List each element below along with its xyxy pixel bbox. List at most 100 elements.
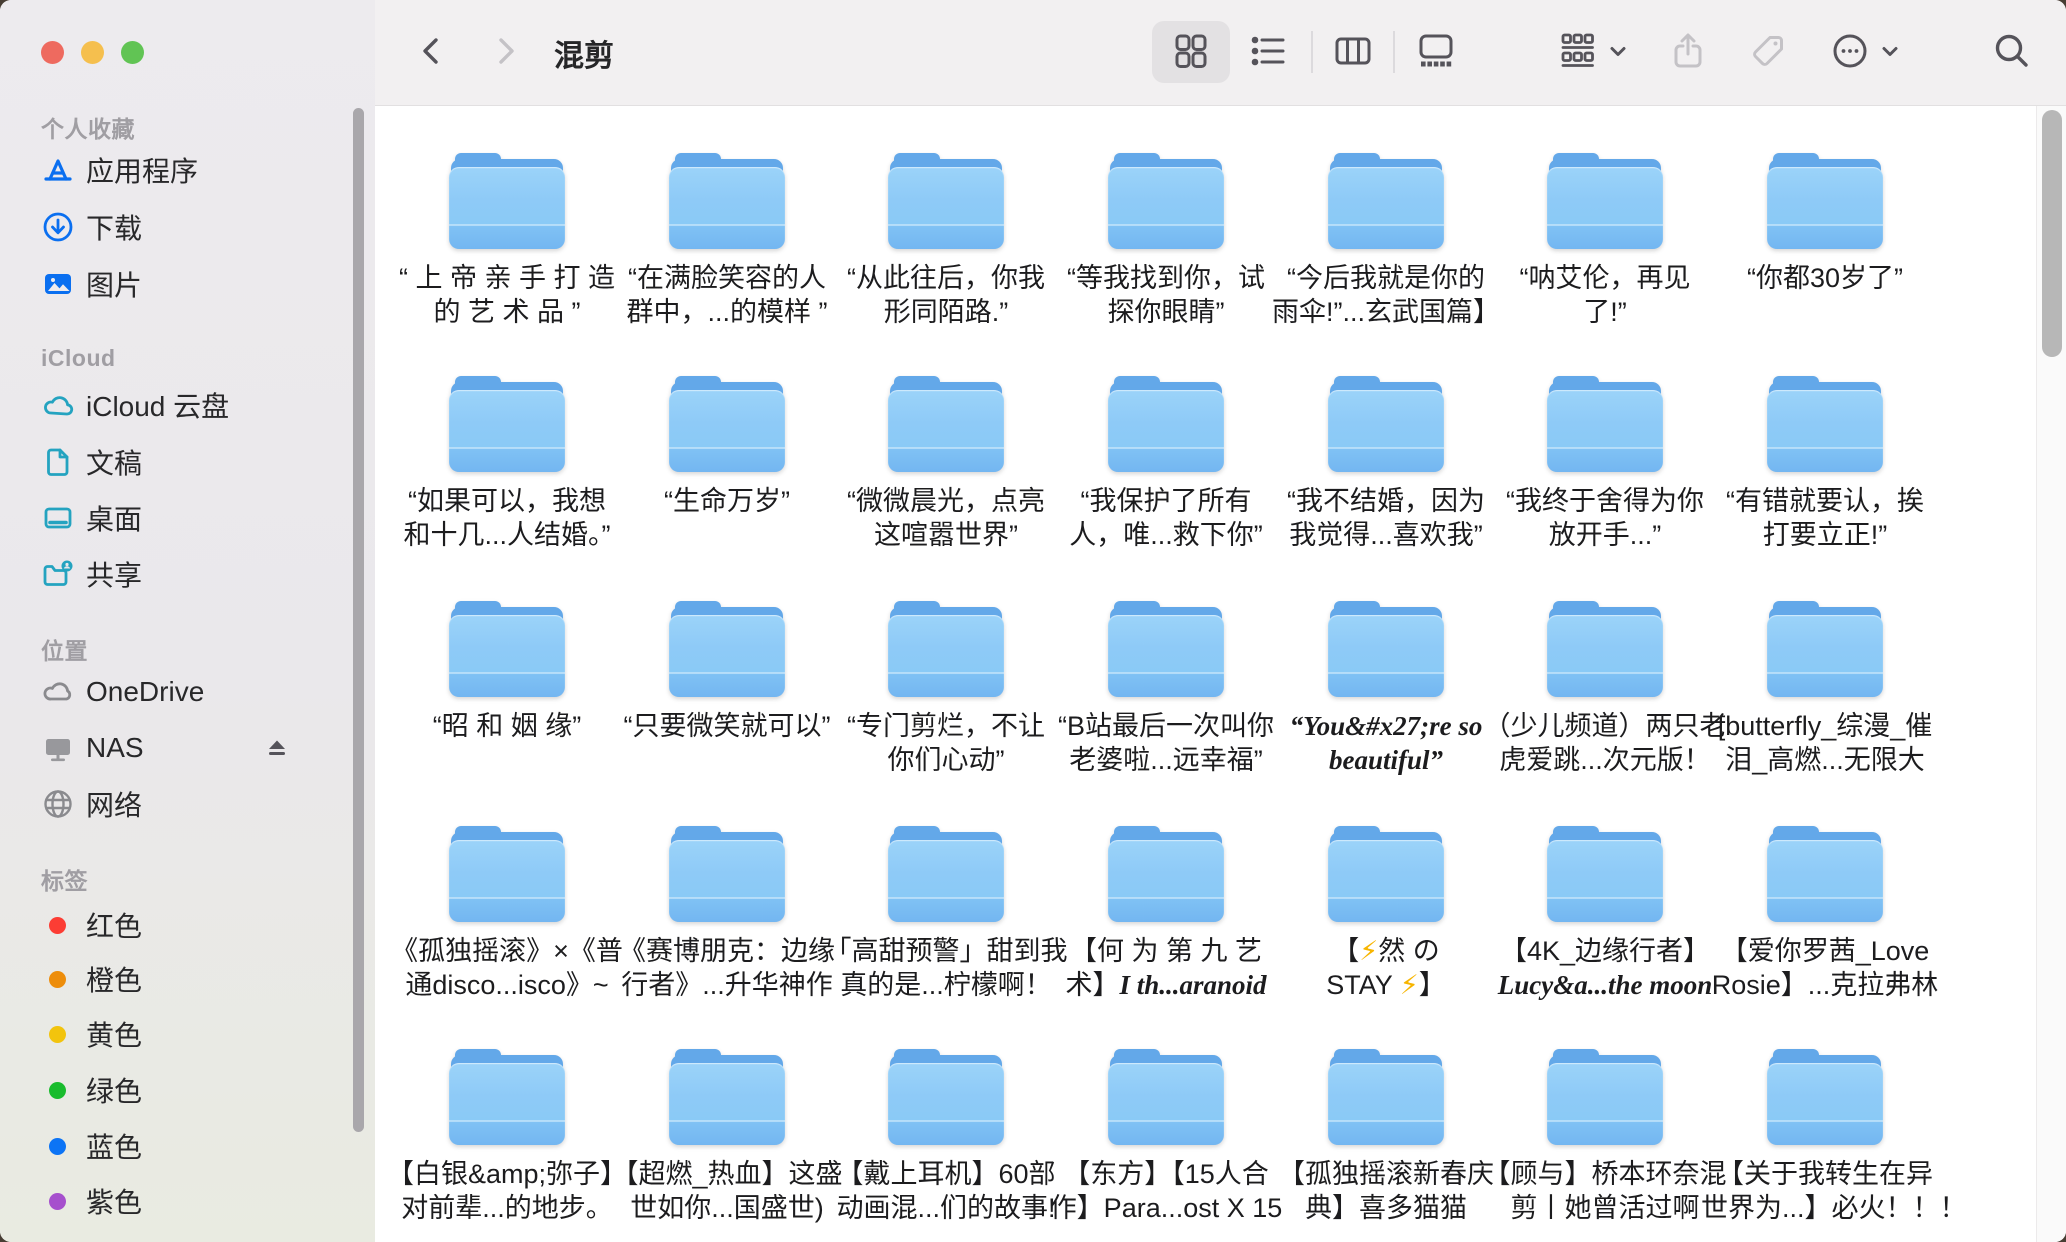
folder-item[interactable]: （少儿频道）两只老虎爱跳...次元版！ xyxy=(1495,601,1715,823)
folder-item[interactable]: 【戴上耳机】60部动画混...们的故事! xyxy=(836,1049,1056,1242)
folder-item[interactable]: “生命万岁” xyxy=(617,376,837,598)
forward-button[interactable] xyxy=(483,29,527,73)
folder-icon xyxy=(449,153,565,249)
folder-icon xyxy=(1328,826,1444,922)
toolbar-divider xyxy=(1393,31,1395,73)
sidebar-item-tag-blue[interactable]: 蓝色 xyxy=(0,1118,356,1174)
folder-item[interactable]: [butterfly_综漫_催泪_高燃...无限大 xyxy=(1715,601,1935,823)
folder-item[interactable]: “等我找到你，试探你眼睛” xyxy=(1056,153,1276,375)
folder-label: 【⚡然 のSTAY ⚡】 xyxy=(1262,934,1510,1002)
folder-item[interactable]: 「高甜预警」甜到我真的是...柠檬啊！ xyxy=(836,826,1056,1048)
folder-item[interactable]: 【4K_边缘行者】Lucy&a...the moon xyxy=(1495,826,1715,1048)
folder-label: 【戴上耳机】60部动画混...们的故事! xyxy=(822,1157,1070,1225)
eject-icon[interactable] xyxy=(264,735,290,761)
chevron-down-icon[interactable] xyxy=(1877,38,1903,64)
folder-item[interactable]: “You&#x27;re sobeautiful” xyxy=(1276,601,1496,823)
folder-item[interactable]: 【关于我转生在异世界为...】必火！！！ xyxy=(1715,1049,1935,1242)
sidebar-item-downloads[interactable]: 下载 xyxy=(0,199,356,255)
folder-item[interactable]: 《孤独摇滚》×《普通disco...isco》~ xyxy=(397,826,617,1048)
sidebar-item-label: 网络 xyxy=(86,784,142,824)
folder-item[interactable]: 【爱你罗茜_LoveRosie】...克拉弗林 xyxy=(1715,826,1935,1048)
gallery-view-button[interactable] xyxy=(1414,29,1458,73)
folder-item[interactable]: “在满脸笑容的人群中，...的模样 ” xyxy=(617,153,837,375)
list-view-button[interactable] xyxy=(1246,29,1290,73)
folder-item[interactable]: 【孤独摇滚新春庆典】喜多猫猫 xyxy=(1276,1049,1496,1242)
sidebar-item-label: 橙色 xyxy=(86,959,142,999)
sidebar-item-tag-yellow[interactable]: 黄色 xyxy=(0,1006,356,1062)
folder-label: 【东方】【15人合作】Para...ost X 15 xyxy=(1042,1157,1290,1225)
folder-item[interactable]: “专门剪烂，不让你们心动” xyxy=(836,601,1056,823)
sidebar-scrollbar[interactable] xyxy=(353,108,364,1132)
icon-view-button[interactable] xyxy=(1169,29,1213,73)
folder-item[interactable]: “今后我就是你的雨伞!”...玄武国篇】 xyxy=(1276,153,1496,375)
tag-button[interactable] xyxy=(1746,29,1790,73)
folder-item[interactable]: “昭 和 姻 缘” xyxy=(397,601,617,823)
folder-item[interactable]: 【白银&amp;弥子】对前辈...的地步。 xyxy=(397,1049,617,1242)
more-actions-button[interactable] xyxy=(1828,29,1872,73)
globe-icon xyxy=(40,786,76,822)
folder-item[interactable]: “只要微笑就可以” xyxy=(617,601,837,823)
folder-label: “You&#x27;re sobeautiful” xyxy=(1262,709,1510,777)
sidebar-item-onedrive[interactable]: OneDrive xyxy=(0,664,356,720)
folder-item[interactable]: “我不结婚，因为我觉得...喜欢我” xyxy=(1276,376,1496,598)
search-button[interactable] xyxy=(1990,29,2034,73)
sidebar-item-label: 下载 xyxy=(86,207,142,247)
folder-label: 【4K_边缘行者】Lucy&a...the moon xyxy=(1481,934,1729,1002)
sidebar-item-tag-green[interactable]: 绿色 xyxy=(0,1062,356,1118)
chevron-down-icon[interactable] xyxy=(1605,38,1631,64)
sidebar-item-pictures[interactable]: 图片 xyxy=(0,256,356,312)
sidebar-item-label: 桌面 xyxy=(86,498,142,538)
close-button[interactable] xyxy=(41,41,64,64)
folder-item[interactable]: 【东方】【15人合作】Para...ost X 15 xyxy=(1056,1049,1276,1242)
back-button[interactable] xyxy=(410,29,454,73)
folder-item[interactable]: 【⚡然 のSTAY ⚡】 xyxy=(1276,826,1496,1048)
sidebar-item-documents[interactable]: 文稿 xyxy=(0,434,356,490)
main-scrollbar-thumb[interactable] xyxy=(2042,110,2062,357)
blue-tag-icon xyxy=(49,1138,66,1155)
minimize-button[interactable] xyxy=(81,41,104,64)
folder-label: “在满脸笑容的人群中，...的模样 ” xyxy=(603,261,851,329)
sidebar-item-tag-orange[interactable]: 橙色 xyxy=(0,951,356,1007)
sidebar-item-nas[interactable]: NAS xyxy=(0,720,356,776)
pictures-icon xyxy=(40,266,76,302)
column-view-button[interactable] xyxy=(1331,29,1375,73)
folder-icon xyxy=(1328,153,1444,249)
folder-item[interactable]: 【顾与】桥本环奈混剪丨她曾活过啊 xyxy=(1495,1049,1715,1242)
folder-icon xyxy=(888,1049,1004,1145)
sidebar-item-label: 蓝色 xyxy=(86,1126,142,1166)
folder-label: “你都30岁了” xyxy=(1701,261,1949,295)
sidebar-item-network[interactable]: 网络 xyxy=(0,776,356,832)
sidebar-item-desktop[interactable]: 桌面 xyxy=(0,490,356,546)
sidebar-item-label: 黄色 xyxy=(86,1014,142,1054)
folder-item[interactable]: “微微晨光，点亮这喧嚣世界” xyxy=(836,376,1056,598)
main-scrollbar-track[interactable] xyxy=(2036,106,2066,1242)
sidebar-item-applications[interactable]: 应用程序 xyxy=(0,142,356,198)
zoom-button[interactable] xyxy=(121,41,144,64)
sidebar-item-shared[interactable]: 共享 xyxy=(0,546,356,602)
folder-item[interactable]: “你都30岁了” xyxy=(1715,153,1935,375)
folder-item[interactable]: “我终于舍得为你放开手...” xyxy=(1495,376,1715,598)
folder-item[interactable]: 《赛博朋克：边缘行者》...升华神作 xyxy=(617,826,837,1048)
folder-icon xyxy=(1108,153,1224,249)
sidebar-item-icloud-drive[interactable]: iCloud 云盘 xyxy=(0,377,356,433)
folder-item[interactable]: “B站最后一次叫你老婆啦...远幸福” xyxy=(1056,601,1276,823)
sidebar-item-tag-red[interactable]: 红色 xyxy=(0,897,356,953)
folder-item[interactable]: 【超燃_热血】这盛世如你...国盛世) xyxy=(617,1049,837,1242)
folder-icon xyxy=(888,826,1004,922)
sidebar-item-tag-purple[interactable]: 紫色 xyxy=(0,1173,356,1229)
folder-label: “我保护了所有人，唯...救下你” xyxy=(1042,484,1290,552)
folder-item[interactable]: “呐艾伦，再见了!” xyxy=(1495,153,1715,375)
window-title: 混剪 xyxy=(554,0,614,105)
folder-label: “昭 和 姻 缘” xyxy=(383,709,631,743)
folder-item[interactable]: “有错就要认，挨打要立正!” xyxy=(1715,376,1935,598)
folder-icon xyxy=(449,1049,565,1145)
share-button[interactable] xyxy=(1666,29,1710,73)
group-by-button[interactable] xyxy=(1556,29,1600,73)
folder-item[interactable]: “我保护了所有人，唯...救下你” xyxy=(1056,376,1276,598)
folder-item[interactable]: “ 上 帝 亲 手 打 造的 艺 术 品 ” xyxy=(397,153,617,375)
folder-item[interactable]: “从此往后，你我形同陌路.” xyxy=(836,153,1056,375)
folder-item[interactable]: 【何 为 第 九 艺术】I th...aranoid xyxy=(1056,826,1276,1048)
sidebar-item-label: 红色 xyxy=(86,905,142,945)
folder-item[interactable]: “如果可以，我想和十几...人结婚。” xyxy=(397,376,617,598)
folder-icon xyxy=(449,826,565,922)
